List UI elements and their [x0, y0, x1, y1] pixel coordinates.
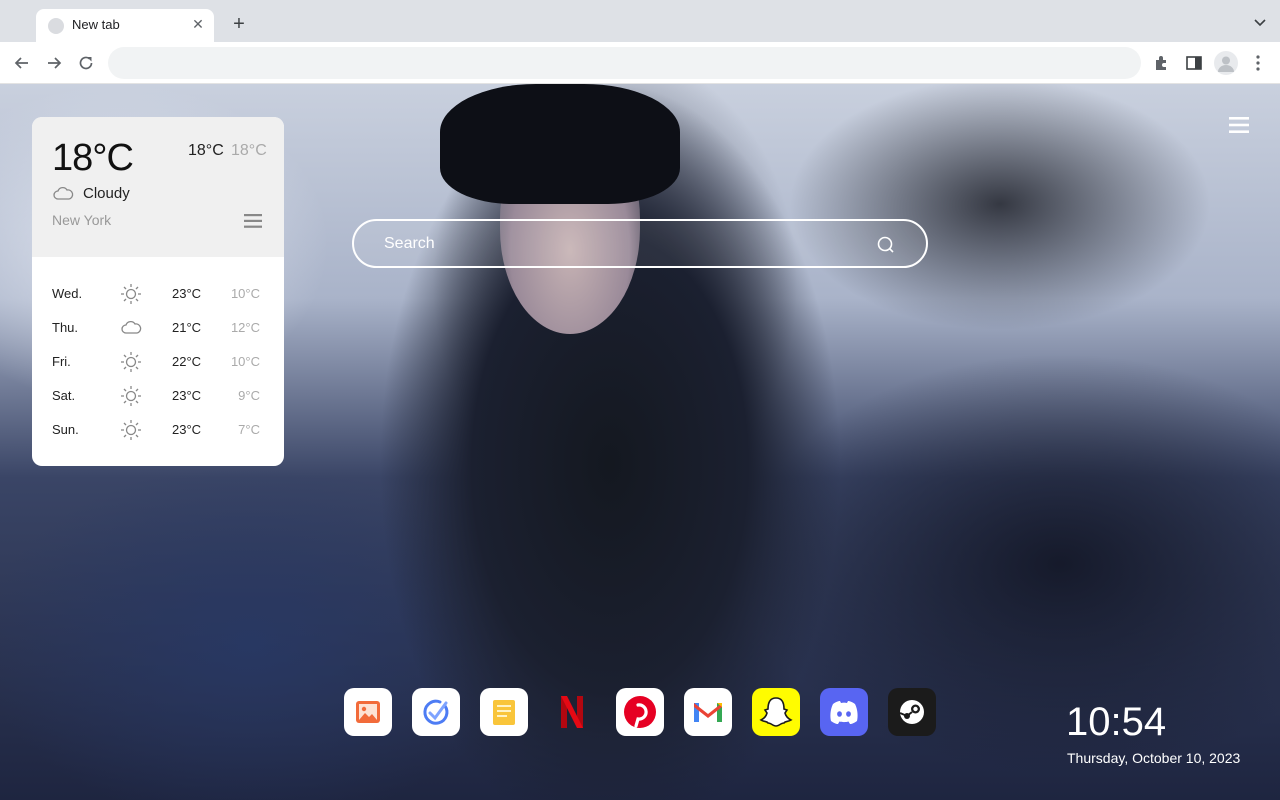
main-menu-icon[interactable]	[1229, 117, 1249, 133]
dock-steam[interactable]	[888, 688, 936, 736]
forecast-day: Sun.	[52, 422, 79, 437]
wallpaper-hair	[440, 84, 680, 204]
tab-title: New tab	[72, 17, 120, 32]
weather-current: 18°C 18°C 18°C Cloudy New York	[32, 117, 284, 257]
sun-icon	[121, 284, 141, 304]
cloud-icon	[53, 186, 74, 200]
today-high: 18°C	[188, 142, 224, 159]
new-tab-button[interactable]: +	[228, 13, 250, 35]
search-box[interactable]: Search	[352, 219, 928, 268]
netflix-icon	[561, 696, 583, 728]
sun-icon	[121, 386, 141, 406]
forecast-low: 12°C	[230, 320, 260, 335]
browser-toolbar	[0, 42, 1280, 84]
forecast-high: 23°C	[172, 422, 202, 437]
tab-close-icon[interactable]: ✕	[190, 16, 206, 32]
weather-condition: Cloudy	[83, 185, 130, 202]
dock-snapchat[interactable]	[752, 688, 800, 736]
gmail-icon	[694, 703, 722, 722]
dock-discord[interactable]	[820, 688, 868, 736]
dock-pinterest[interactable]	[616, 688, 664, 736]
dock-notes[interactable]	[480, 688, 528, 736]
forecast-row: Wed. 23°C 10°C	[32, 282, 284, 306]
forecast-row: Thu. 21°C 12°C	[32, 316, 284, 340]
forecast-day: Thu.	[52, 320, 79, 335]
sun-icon	[121, 352, 141, 372]
search-input[interactable]: Search	[384, 235, 435, 253]
profile-avatar-icon[interactable]	[1214, 51, 1238, 75]
clock-time: 10:54	[1066, 700, 1167, 744]
forecast-row: Fri. 22°C 10°C	[32, 350, 284, 374]
clock-date: Thursday, October 10, 2023	[1067, 750, 1241, 766]
forward-icon[interactable]	[44, 53, 64, 73]
forecast-row: Sat. 23°C 9°C	[32, 384, 284, 408]
back-icon[interactable]	[12, 53, 32, 73]
sun-icon	[121, 420, 141, 440]
forecast-high: 21°C	[172, 320, 202, 335]
forecast-row: Sun. 23°C 7°C	[32, 418, 284, 442]
side-panel-icon[interactable]	[1184, 53, 1204, 73]
tab-strip: New tab ✕ +	[0, 0, 1280, 42]
tab-new-tab[interactable]: New tab ✕	[36, 9, 214, 42]
current-temperature: 18°C	[52, 137, 134, 179]
snapchat-icon	[759, 697, 793, 727]
forecast-day: Fri.	[52, 354, 71, 369]
todo-icon	[423, 699, 449, 725]
steam-icon	[899, 700, 924, 724]
address-bar[interactable]	[108, 47, 1141, 79]
forecast-day: Wed.	[52, 286, 83, 301]
today-low: 18°C	[231, 142, 267, 159]
forecast-low: 10°C	[230, 354, 260, 369]
forecast-low: 7°C	[238, 422, 260, 437]
weather-menu-icon[interactable]	[244, 214, 262, 228]
tab-favicon-icon	[48, 18, 64, 34]
dock-netflix[interactable]	[548, 688, 596, 736]
search-icon[interactable]	[876, 235, 896, 255]
forecast-high: 23°C	[172, 388, 202, 403]
dock-photos[interactable]	[344, 688, 392, 736]
forecast-low: 9°C	[238, 388, 260, 403]
discord-icon	[830, 701, 858, 724]
forecast-low: 10°C	[230, 286, 260, 301]
reload-icon[interactable]	[76, 53, 96, 73]
weather-widget[interactable]: 18°C 18°C 18°C Cloudy New York Wed. 23°C…	[32, 117, 284, 466]
pinterest-icon	[624, 696, 656, 728]
forecast-day: Sat.	[52, 388, 76, 403]
weather-city: New York	[52, 212, 112, 228]
more-menu-icon[interactable]	[1248, 53, 1268, 73]
forecast-high: 23°C	[172, 286, 202, 301]
tab-search-chevron-icon[interactable]	[1252, 14, 1268, 30]
notes-icon	[493, 700, 515, 725]
dock-todo[interactable]	[412, 688, 460, 736]
extensions-icon[interactable]	[1152, 53, 1172, 73]
dock-gmail[interactable]	[684, 688, 732, 736]
photos-icon	[356, 701, 380, 723]
forecast-high: 22°C	[172, 354, 202, 369]
cloud-icon	[121, 320, 142, 334]
